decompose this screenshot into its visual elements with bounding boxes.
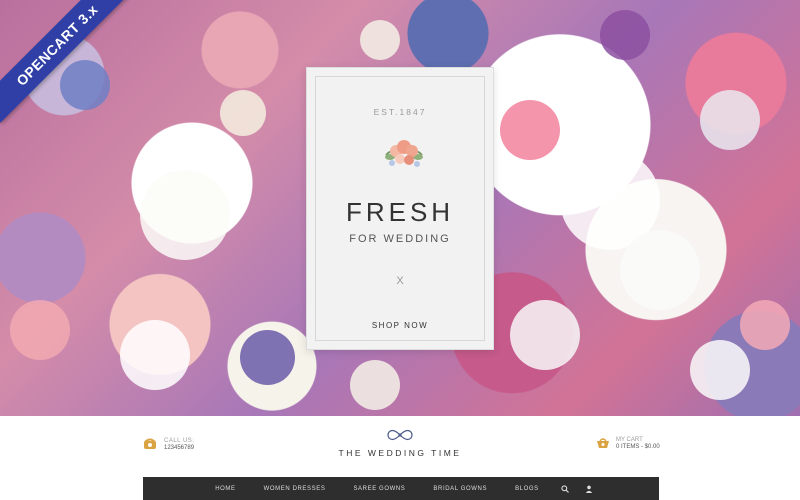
nav-item-bridal-gowns[interactable]: BRIDAL GOWNS: [419, 486, 501, 492]
flower-decoration: [510, 300, 580, 370]
flower-decoration: [350, 360, 400, 410]
call-us-block: CALL US: 123456789: [143, 437, 194, 451]
flower-decoration: [500, 100, 560, 160]
hero-subheadline: FOR WEDDING: [349, 233, 451, 245]
flower-decoration: [220, 90, 266, 136]
flower-decoration: [690, 340, 750, 400]
call-us-text: CALL US: 123456789: [164, 438, 194, 451]
phone-icon: [144, 438, 156, 449]
bouquet-icon: [385, 140, 423, 167]
hero-headline: FRESH: [345, 197, 455, 227]
phone-number[interactable]: 123456789: [164, 445, 194, 451]
nav-item-women-dresses[interactable]: WOMEN DRESSES: [250, 486, 340, 492]
flower-decoration: [360, 20, 400, 60]
flower-decoration: [600, 10, 650, 60]
flower-decoration: [240, 330, 295, 385]
cart-icon: [597, 438, 609, 448]
est-label: EST.1847: [373, 107, 427, 117]
cart-summary: 0 ITEMS - $0.00: [616, 444, 660, 450]
logo-text: THE WEDDING TIME: [338, 448, 462, 458]
cart-text: MY CART 0 ITEMS - $0.00: [616, 437, 660, 450]
bow-icon: [387, 429, 413, 441]
divider-mark: X: [396, 275, 404, 287]
flower-decoration: [140, 170, 230, 260]
hero-card: EST.1847 FRESH FOR WEDDING X SHOP NOW: [306, 67, 494, 350]
nav-item-saree-gowns[interactable]: SAREE GOWNS: [339, 486, 419, 492]
shop-now-link[interactable]: SHOP NOW: [316, 321, 484, 330]
main-nav: HOME WOMEN DRESSES SAREE GOWNS BRIDAL GO…: [143, 477, 659, 500]
nav-item-blogs[interactable]: BLOGS: [501, 486, 553, 492]
flower-decoration: [740, 300, 790, 350]
flower-decoration: [620, 230, 700, 310]
opencart-ribbon: OPENCART 3.x: [0, 0, 140, 140]
call-us-label: CALL US:: [164, 437, 195, 444]
cart-label: MY CART: [616, 437, 643, 443]
search-icon[interactable]: [561, 484, 569, 493]
flower-decoration: [700, 90, 760, 150]
page: OPENCART 3.x EST.1847 FRESH FOR WEDDING …: [0, 0, 800, 500]
flower-decoration: [120, 320, 190, 390]
nav-item-home[interactable]: HOME: [201, 486, 249, 492]
user-icon[interactable]: [585, 485, 593, 493]
ribbon-label: OPENCART 3.x: [0, 0, 135, 123]
flower-decoration: [10, 300, 70, 360]
site-logo[interactable]: THE WEDDING TIME: [320, 428, 480, 458]
cart-block[interactable]: MY CART 0 ITEMS - $0.00: [596, 437, 660, 450]
hero-card-frame: EST.1847 FRESH FOR WEDDING X SHOP NOW: [315, 76, 485, 341]
